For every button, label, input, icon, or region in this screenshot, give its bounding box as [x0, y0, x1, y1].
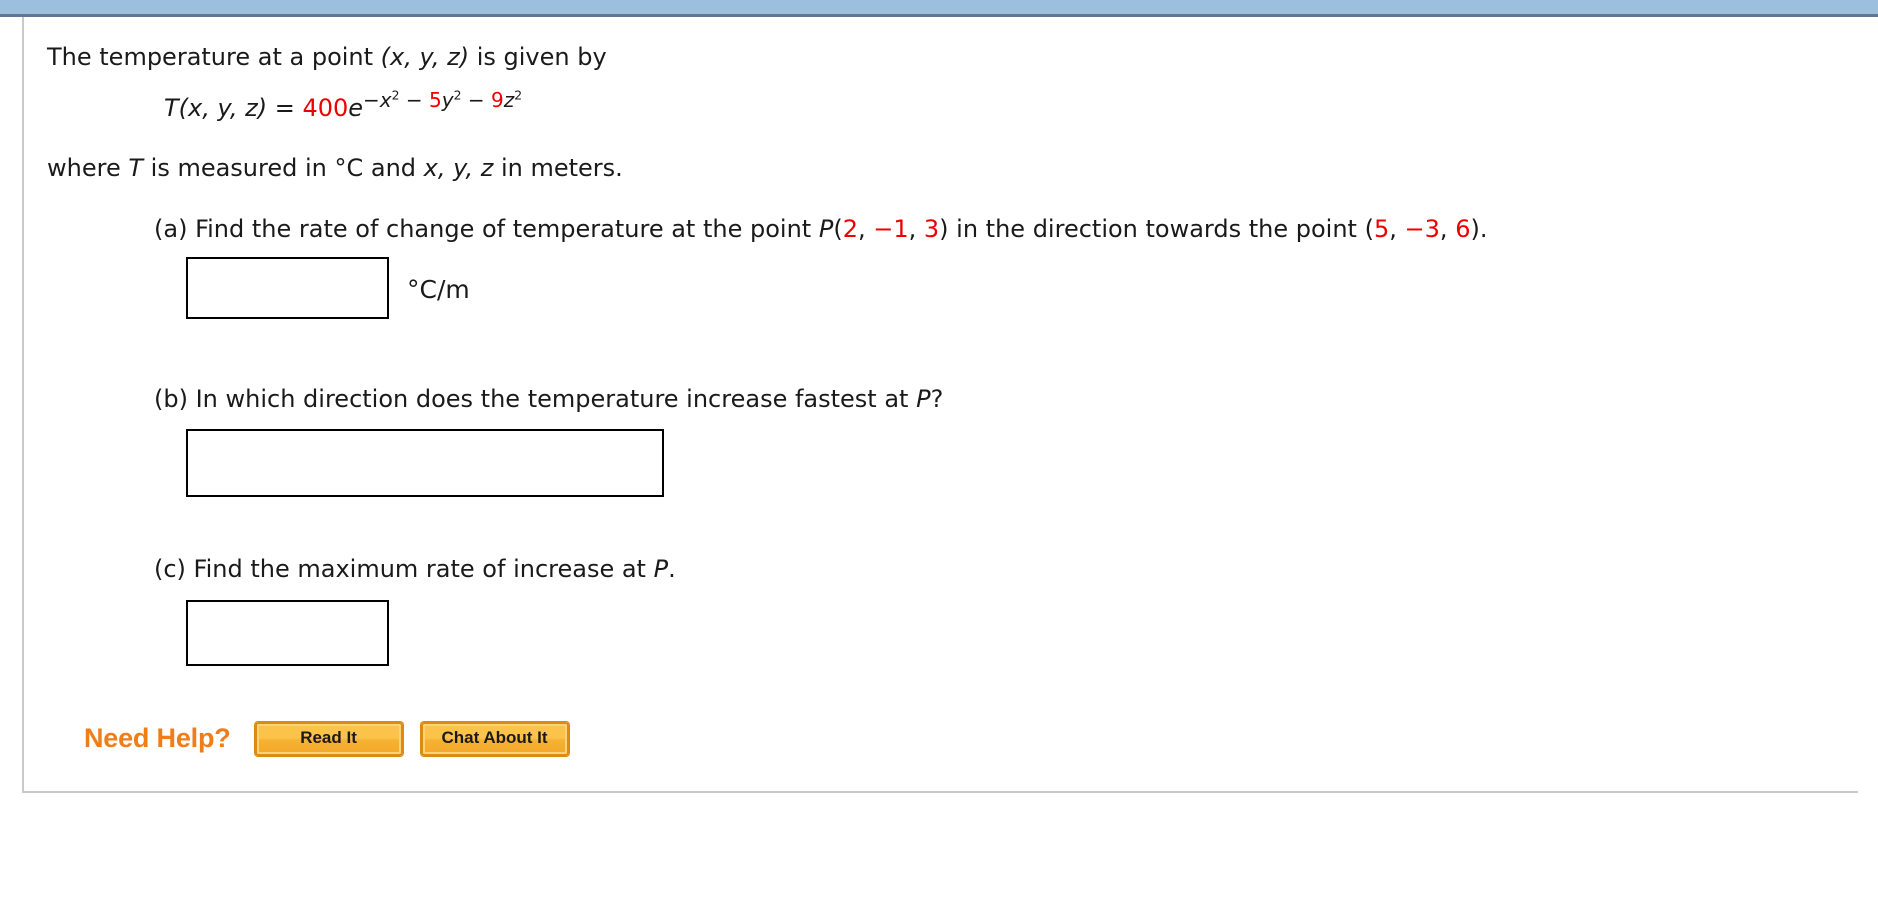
part-a-text-before: Find the rate of change of temperature a… — [187, 215, 819, 243]
temperature-formula: T(x, y, z) = 400e−x2 − 5y2 − 9z2 — [164, 88, 522, 122]
where-symbol-T: T — [128, 154, 144, 182]
part-a-target-open: ( — [1364, 215, 1374, 243]
part-a-point-y: −1 — [873, 215, 909, 243]
part-b-label: (b) — [154, 385, 188, 413]
part-c-point-name: P — [653, 555, 669, 583]
formula-base: e — [348, 94, 364, 122]
problem-intro-line: The temperature at a point (x, y, z) is … — [47, 43, 607, 72]
part-a-target-z: 6 — [1455, 215, 1471, 243]
where-prefix-text: where — [47, 154, 129, 182]
part-c-answer-input[interactable] — [186, 600, 389, 666]
part-b-text: In which direction does the temperature … — [187, 385, 917, 413]
where-variables: x, y, z — [423, 154, 494, 182]
chat-about-it-button[interactable]: Chat About It — [420, 722, 569, 756]
part-a-target-x: 5 — [1373, 215, 1390, 243]
part-a-point-close: ) — [939, 215, 949, 243]
part-a-point-open: ( — [833, 215, 843, 243]
intro-point-text: (x, y, z) — [380, 43, 470, 71]
formula-coefficient: 400 — [302, 94, 349, 122]
part-a-label: (a) — [154, 215, 188, 243]
part-b-point-name: P — [916, 385, 931, 413]
formula-equals: = — [274, 94, 295, 122]
problem-units-line: where T is measured in °C and x, y, z in… — [47, 154, 623, 183]
part-a-target-y: −3 — [1404, 215, 1440, 243]
part-a-point-name: P — [818, 215, 834, 243]
need-help-row: Need Help? Read It Chat About It — [84, 722, 569, 756]
part-c-question: (c) Find the maximum rate of increase at… — [154, 555, 676, 583]
top-window-bar — [0, 0, 1878, 17]
part-a-answer-input[interactable] — [186, 257, 389, 319]
part-c-text-end: . — [668, 555, 676, 583]
part-a-target-close: ). — [1470, 215, 1488, 243]
part-a-question: (a) Find the rate of change of temperatu… — [154, 215, 1488, 243]
intro-prefix-text: The temperature at a point — [47, 43, 381, 71]
intro-suffix-text: is given by — [469, 43, 607, 71]
part-c-text: Find the maximum rate of increase at — [185, 555, 654, 583]
where-suffix-text: in meters. — [493, 154, 623, 182]
part-a-point-z: 3 — [923, 215, 940, 243]
part-b-answer-input[interactable] — [186, 429, 664, 497]
question-panel: The temperature at a point (x, y, z) is … — [22, 17, 1858, 793]
part-a-point-x: 2 — [842, 215, 858, 243]
formula-exponent: −x2 − 5y2 − 9z2 — [363, 87, 523, 112]
formula-function-name: T — [164, 94, 179, 122]
formula-arguments: (x, y, z) — [178, 94, 268, 122]
need-help-label: Need Help? — [84, 723, 231, 754]
where-middle-text: is measured in °C and — [143, 154, 424, 182]
read-it-button[interactable]: Read It — [254, 722, 403, 756]
part-c-label: (c) — [154, 555, 186, 583]
part-a-unit-label: °C/m — [407, 275, 470, 304]
part-b-text-end: ? — [930, 385, 944, 413]
part-a-text-middle: in the direction towards the point — [948, 215, 1365, 243]
part-b-question: (b) In which direction does the temperat… — [154, 385, 943, 413]
